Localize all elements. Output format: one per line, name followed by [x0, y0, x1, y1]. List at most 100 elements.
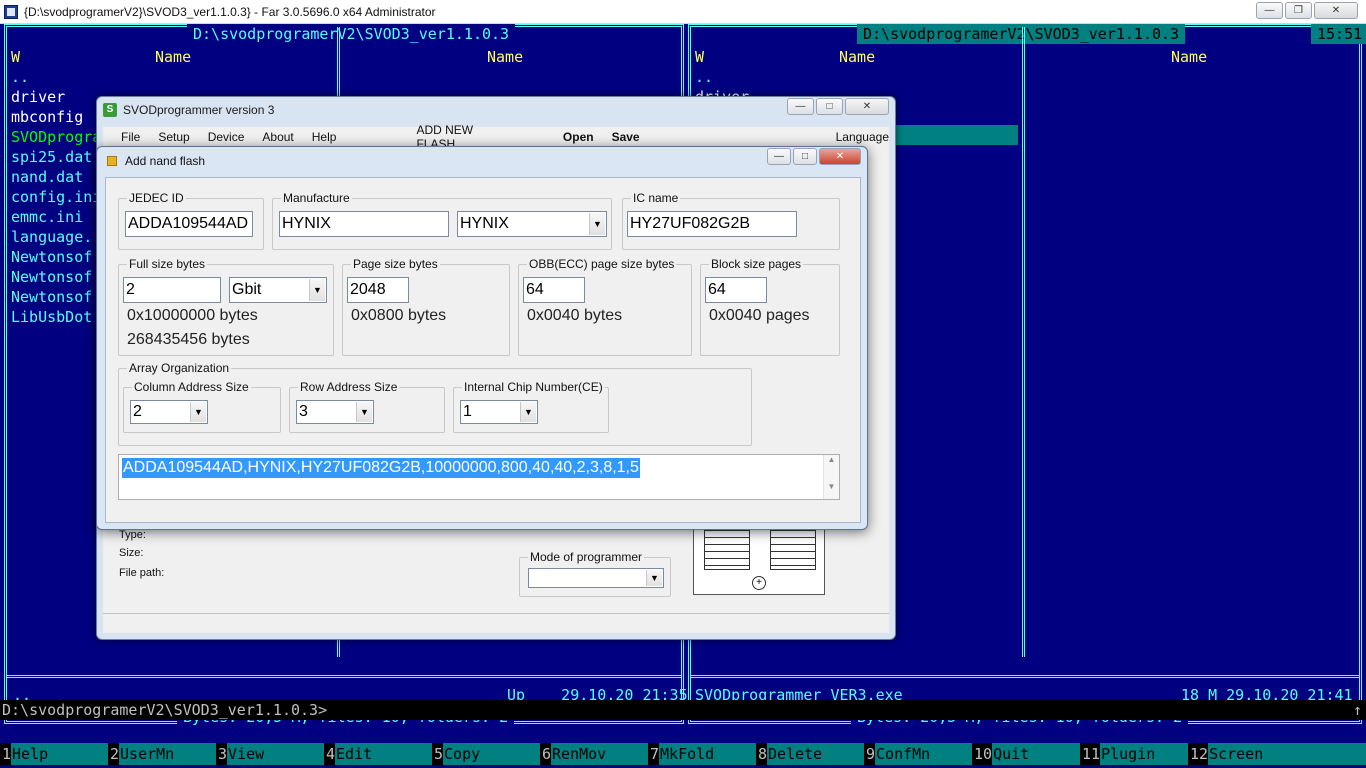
file-item[interactable]: SVODprogra — [11, 127, 101, 147]
svod-menu-bar: File Setup Device About Help ADD NEW FLA… — [103, 123, 889, 151]
menu-language[interactable]: Language — [836, 130, 889, 144]
menu-device[interactable]: Device — [208, 130, 245, 144]
size-label: Size: — [119, 547, 144, 559]
file-item[interactable]: spi25.dat — [11, 147, 101, 167]
console-title-bar: {D:\svodprogramerV2}\SVOD3_ver1.1.0.3} -… — [0, 0, 1366, 24]
menu-open[interactable]: Open — [563, 130, 594, 144]
full-size-caption: Full size bytes — [127, 257, 208, 271]
column-address-select[interactable]: 2 ▼ — [130, 400, 208, 424]
svod-window-controls: — □ ✕ — [787, 98, 889, 115]
ic-name-group: IC name HY27UF082G2B — [622, 191, 840, 250]
row-address-group: Row Address Size 3 ▼ — [289, 380, 445, 433]
close-icon[interactable]: ✕ — [819, 148, 861, 165]
page-size-group: Page size bytes 2048 0x0800 bytes — [342, 257, 510, 356]
minimize-icon[interactable]: — — [767, 148, 791, 165]
key-edit[interactable]: 4 Edit — [324, 743, 432, 765]
column-address-group: Column Address Size 2 ▼ — [123, 380, 281, 433]
chip-left-icon — [704, 530, 750, 570]
row-address-select[interactable]: 3 ▼ — [296, 400, 374, 424]
obb-input[interactable]: 64 — [523, 277, 585, 303]
flash-definition-output[interactable]: ADDA109544AD,HYNIX,HY27UF082G2B,10000000… — [118, 454, 840, 500]
mode-select[interactable]: ▼ — [528, 568, 664, 588]
chevron-down-icon: ▼ — [589, 213, 605, 235]
scroll-up-icon[interactable]: ↑ — [1353, 700, 1362, 720]
maximize-icon[interactable]: □ — [793, 148, 817, 165]
type-label: Type: — [119, 529, 146, 541]
left-col-name-1[interactable]: Name — [155, 47, 191, 67]
obb-hex: 0x0040 bytes — [527, 307, 623, 324]
file-item[interactable]: emmc.ini — [11, 207, 101, 227]
key-confmn[interactable]: 9 ConfMn — [864, 743, 972, 765]
block-size-group: Block size pages 64 0x0040 pages — [700, 257, 840, 356]
command-line[interactable]: D:\svodprogramerV2\SVOD3_ver1.1.0.3> — [0, 700, 1366, 720]
scroll-down-arrow-icon[interactable]: ▼ — [824, 482, 839, 491]
dialog-icon — [107, 156, 117, 166]
chevron-down-icon: ▼ — [190, 402, 206, 422]
menu-help[interactable]: Help — [312, 130, 337, 144]
minimize-icon[interactable]: — — [1256, 2, 1283, 19]
menu-file[interactable]: File — [121, 130, 140, 144]
dialog-title: Add nand flash — [125, 154, 206, 168]
ic-name-input[interactable]: HY27UF082G2B — [627, 211, 797, 237]
chip-number-select[interactable]: 1 ▼ — [460, 400, 538, 424]
left-col-name-2[interactable]: Name — [487, 47, 523, 67]
file-item[interactable]: language. — [11, 227, 101, 247]
right-col-name-2[interactable]: Name — [1171, 47, 1207, 67]
chevron-down-icon: ▼ — [520, 402, 536, 422]
left-col-w: W — [11, 48, 21, 66]
file-item[interactable]: driver — [11, 87, 101, 107]
key-plugin[interactable]: 11 Plugin — [1080, 743, 1188, 765]
page-size-input[interactable]: 2048 — [347, 277, 409, 303]
file-item[interactable]: LibUsbDot — [11, 307, 101, 327]
key-mkfold[interactable]: 7 MkFold — [648, 743, 756, 765]
menu-save[interactable]: Save — [612, 130, 640, 144]
chevron-down-icon: ▼ — [646, 570, 662, 586]
obb-group: OBB(ECC) page size bytes 64 0x0040 bytes — [518, 257, 692, 356]
full-size-dec: 268435456 bytes — [127, 331, 250, 348]
key-delete[interactable]: 8 Delete — [756, 743, 864, 765]
key-quit[interactable]: 10 Quit — [972, 743, 1080, 765]
mode-group: Mode of programmer ▼ — [519, 550, 671, 597]
file-item[interactable]: .. — [11, 67, 101, 87]
selected-definition-text: ADDA109544AD,HYNIX,HY27UF082G2B,10000000… — [122, 458, 640, 478]
maximize-icon[interactable]: ❐ — [1285, 2, 1312, 19]
page-size-caption: Page size bytes — [351, 257, 440, 271]
svod-title: SVODprogrammer version 3 — [123, 103, 275, 117]
full-size-input[interactable]: 2 — [123, 277, 221, 303]
output-scrollbar[interactable]: ▲ ▼ — [823, 455, 839, 499]
function-key-bar: 1 Help 2 UserMn 3 View 4 Edit 5 Copy 6 RenMov … — [0, 743, 1366, 765]
file-item[interactable]: config.ini — [11, 187, 101, 207]
key-renmov[interactable]: 6 RenMov — [540, 743, 648, 765]
menu-setup[interactable]: Setup — [158, 130, 189, 144]
key-screen[interactable]: 12 Screen — [1188, 743, 1366, 765]
close-icon[interactable]: ✕ — [845, 98, 889, 115]
file-item[interactable]: nand.dat — [11, 167, 101, 187]
array-org-group: Array Organization Column Address Size 2… — [118, 361, 752, 446]
manufacture-input[interactable]: HYNIX — [279, 211, 449, 237]
right-col-name-1[interactable]: Name — [839, 47, 875, 67]
close-icon[interactable]: ✕ — [1314, 2, 1358, 19]
right-column-separator — [1022, 27, 1025, 657]
manufacture-select[interactable]: HYNIX ▼ — [457, 211, 607, 237]
jedec-id-input[interactable]: ADDA109544AD — [125, 211, 253, 237]
file-item[interactable]: Newtonsof — [11, 287, 101, 307]
file-item[interactable]: Newtonsof — [11, 267, 101, 287]
chevron-down-icon: ▼ — [309, 279, 325, 301]
file-item[interactable]: .. — [695, 67, 767, 87]
key-help[interactable]: 1 Help — [0, 743, 108, 765]
key-view[interactable]: 3 View — [216, 743, 324, 765]
maximize-icon[interactable]: □ — [816, 98, 843, 115]
minimize-icon[interactable]: — — [787, 98, 814, 115]
block-size-input[interactable]: 64 — [705, 277, 767, 303]
full-size-hex: 0x10000000 bytes — [127, 307, 258, 324]
file-item[interactable]: Newtonsof — [11, 247, 101, 267]
svod-status-strip — [103, 613, 889, 633]
dialog-body: JEDEC ID ADDA109544AD Manufacture HYNIX … — [105, 177, 861, 523]
key-copy[interactable]: 5 Copy — [432, 743, 540, 765]
file-item[interactable]: mbconfig — [11, 107, 101, 127]
scroll-up-arrow-icon[interactable]: ▲ — [824, 455, 839, 464]
right-col-w: W — [695, 48, 705, 66]
size-unit-select[interactable]: Gbit ▼ — [229, 277, 327, 303]
key-usermn[interactable]: 2 UserMn — [108, 743, 216, 765]
menu-about[interactable]: About — [262, 130, 293, 144]
